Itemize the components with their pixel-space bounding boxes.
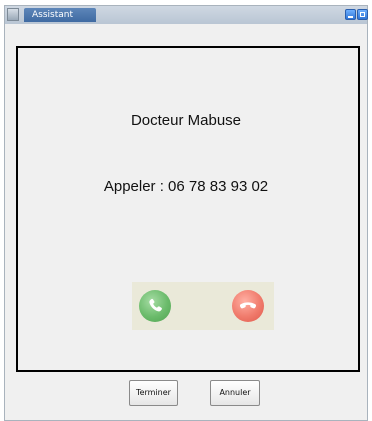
- title-tab: Assistant: [24, 8, 96, 22]
- minimize-icon[interactable]: [345, 9, 356, 20]
- contact-name: Docteur Mabuse: [130, 112, 242, 129]
- phone-accept-icon: [149, 298, 162, 312]
- maximize-icon[interactable]: [357, 9, 368, 20]
- end-button[interactable]: Terminer: [129, 380, 178, 406]
- decline-call-button[interactable]: [232, 290, 264, 322]
- accept-call-button[interactable]: [139, 290, 171, 322]
- cancel-button[interactable]: Annuler: [210, 380, 260, 406]
- phone-decline-icon: [239, 302, 257, 309]
- title-bar[interactable]: Assistant: [5, 6, 368, 24]
- window-icon: [7, 8, 19, 21]
- call-actions: [132, 282, 274, 330]
- window-title: Assistant: [32, 10, 74, 20]
- call-number: Appeler : 06 78 83 93 02: [103, 178, 269, 195]
- assistant-window: Assistant: [4, 5, 368, 421]
